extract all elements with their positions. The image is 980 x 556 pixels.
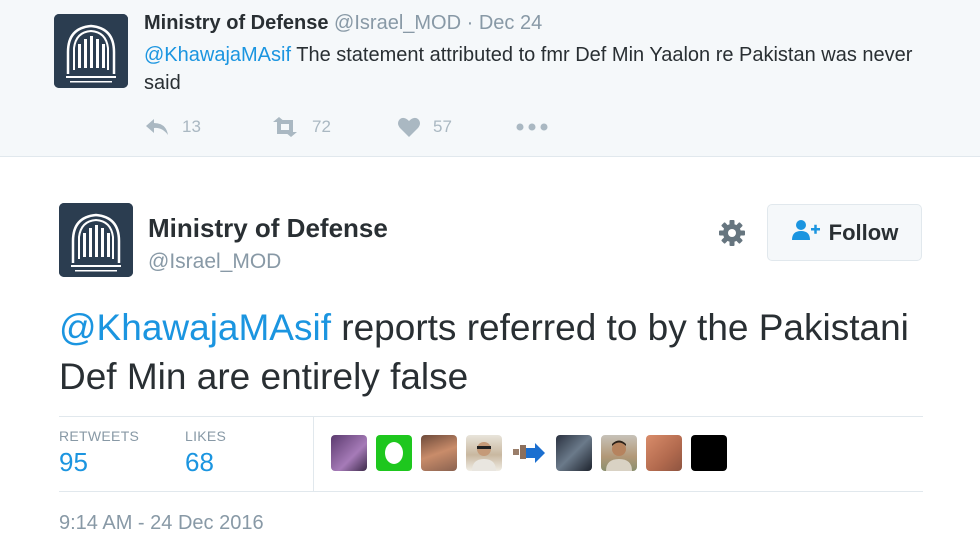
retweet-icon[interactable]	[270, 117, 300, 137]
reply-action[interactable]: 13	[144, 112, 201, 142]
liker-avatar[interactable]	[691, 435, 727, 471]
like-count: 57	[433, 117, 452, 136]
follow-button[interactable]: Follow	[767, 204, 922, 261]
stats-divider	[313, 417, 314, 491]
main-tweet-text: @KhawajaMAsif reports referred to by the…	[59, 303, 939, 401]
likes-label: LIKES	[185, 428, 227, 444]
liker-avatar[interactable]	[466, 435, 502, 471]
mod-avatar[interactable]	[54, 14, 128, 88]
main-mod-avatar[interactable]	[59, 203, 133, 277]
add-user-icon	[791, 219, 829, 247]
reply-icon[interactable]	[144, 117, 170, 137]
tweet-text: @KhawajaMAsif The statement attributed t…	[144, 41, 944, 97]
liker-avatar[interactable]	[331, 435, 367, 471]
author-handle[interactable]: @Israel_MOD	[334, 12, 461, 34]
tweet-date[interactable]: Dec 24	[479, 12, 542, 34]
liker-avatar[interactable]	[601, 435, 637, 471]
liker-avatar[interactable]	[556, 435, 592, 471]
heart-icon[interactable]	[397, 116, 421, 138]
retweet-action[interactable]: 72	[270, 112, 331, 142]
liker-avatar[interactable]	[421, 435, 457, 471]
separator: ·	[466, 12, 474, 34]
tweet-stats: RETWEETS 95 LIKES 68	[59, 416, 923, 492]
more-action[interactable]	[515, 112, 549, 142]
retweets-label: RETWEETS	[59, 428, 140, 444]
likes-value: 68	[185, 447, 214, 477]
main-mention-link[interactable]: @KhawajaMAsif	[59, 307, 331, 348]
follow-label: Follow	[828, 219, 899, 245]
tweet-timestamp[interactable]: 9:14 AM - 24 Dec 2016	[59, 512, 264, 535]
liker-avatar[interactable]	[376, 435, 412, 471]
reply-count: 13	[182, 117, 201, 136]
liker-avatar[interactable]	[511, 435, 547, 471]
like-action[interactable]: 57	[397, 112, 452, 142]
retweets-value: 95	[59, 447, 88, 477]
reply-header: Ministry of Defense @Israel_MOD · Dec 24	[144, 12, 542, 35]
main-author-handle[interactable]: @Israel_MOD	[148, 250, 281, 274]
main-author-name[interactable]: Ministry of Defense	[148, 213, 388, 244]
context-tweet[interactable]: Ministry of Defense @Israel_MOD · Dec 24…	[0, 0, 980, 157]
more-icon[interactable]	[515, 122, 549, 132]
liker-avatar[interactable]	[646, 435, 682, 471]
retweets-stat[interactable]: RETWEETS 95	[59, 428, 139, 478]
gear-icon[interactable]	[717, 218, 747, 248]
retweet-count: 72	[312, 117, 331, 136]
author-name[interactable]: Ministry of Defense	[144, 12, 328, 34]
likes-stat[interactable]: LIKES 68	[185, 428, 226, 478]
mention-link[interactable]: @KhawajaMAsif	[144, 44, 291, 66]
